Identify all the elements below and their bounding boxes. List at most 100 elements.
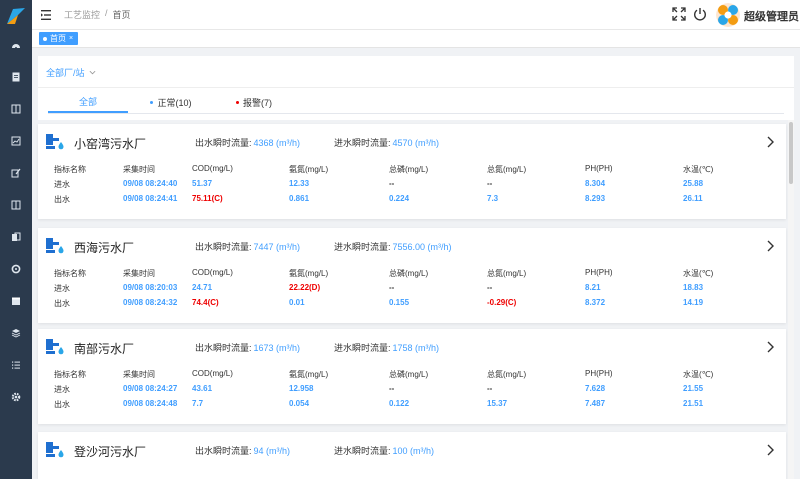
table-header-cell: 采集时间 xyxy=(123,370,155,379)
water-plant-icon xyxy=(45,338,65,356)
status-tabs: 全部 正常(10) 报警(7) xyxy=(48,91,294,113)
table-cell: 12.33 xyxy=(289,179,310,188)
sidebar-panel-5-icon[interactable] xyxy=(8,197,24,213)
inflow-rate: 进水瞬时流量: 100 (m³/h) xyxy=(334,444,434,457)
table-cell: 09/08 08:20:03 xyxy=(123,283,178,292)
sidebar-settings-cog-7-icon[interactable] xyxy=(8,261,24,277)
water-plant-icon xyxy=(45,237,65,255)
outflow-value: 1673 (m³/h) xyxy=(253,343,301,353)
table-cell: -- xyxy=(487,179,493,188)
outflow-label: 出水瞬时流量: xyxy=(195,343,252,353)
plant-card[interactable]: 登沙河污水厂 出水瞬时流量: 94 (m³/h) 进水瞬时流量: 100 (m³/h) xyxy=(38,432,786,479)
breadcrumb-item-monitor[interactable]: 工艺监控 xyxy=(64,8,100,21)
table-header-cell: COD(mg/L) xyxy=(192,164,233,173)
sidebar-panel-2-icon[interactable] xyxy=(8,101,24,117)
outflow-value: 7447 (m³/h) xyxy=(253,242,301,252)
tag-bar: 首页 × xyxy=(32,30,800,48)
tag-home[interactable]: 首页 × xyxy=(39,32,79,45)
table-header-cell: 指标名称 xyxy=(54,269,86,278)
table-cell: 7.7 xyxy=(192,399,204,408)
table-cell: 出水 xyxy=(54,195,70,204)
tab-all[interactable]: 全部 xyxy=(48,91,128,113)
water-plant-icon xyxy=(45,441,65,459)
chevron-right-icon[interactable] xyxy=(766,340,774,353)
plant-card[interactable]: 小窑湾污水厂 出水瞬时流量: 4368 (m³/h) 进水瞬时流量: 4570 (m³/… xyxy=(38,124,786,219)
table-cell: 进水 xyxy=(54,385,70,394)
table-cell: -- xyxy=(389,179,395,188)
table-cell: 09/08 08:24:32 xyxy=(123,298,178,307)
table-header-cell: 总氮(mg/L) xyxy=(487,269,527,278)
chevron-right-icon[interactable] xyxy=(766,135,774,148)
sidebar xyxy=(0,0,32,479)
table-header-cell: 总磷(mg/L) xyxy=(389,165,429,174)
app-logo-icon[interactable] xyxy=(5,6,27,26)
table-header-cell: 总磷(mg/L) xyxy=(389,370,429,379)
outflow-rate: 出水瞬时流量: 1673 (m³/h) xyxy=(195,341,300,354)
fullscreen-icon[interactable] xyxy=(672,7,686,21)
hamburger-icon[interactable] xyxy=(41,8,51,20)
table-header-cell: 总氮(mg/L) xyxy=(487,370,527,379)
username[interactable]: 超级管理员 xyxy=(744,8,799,24)
power-icon[interactable] xyxy=(693,7,707,21)
outflow-label: 出水瞬时流量: xyxy=(195,446,252,456)
table-cell: 09/08 08:24:40 xyxy=(123,179,178,188)
tab-normal-label: 正常(10) xyxy=(157,97,192,108)
sidebar-gear-11-icon[interactable] xyxy=(8,389,24,405)
table-cell: 12.958 xyxy=(289,384,314,393)
sidebar-chart-3-icon[interactable] xyxy=(8,133,24,149)
table-cell: 出水 xyxy=(54,400,70,409)
table-cell: 0.01 xyxy=(289,298,305,307)
table-cell: 进水 xyxy=(54,180,70,189)
scrollbar-thumb[interactable] xyxy=(789,122,793,184)
breadcrumb: 工艺监控 / 首页 xyxy=(64,8,131,21)
inflow-label: 进水瞬时流量: xyxy=(334,343,391,353)
chevron-right-icon[interactable] xyxy=(766,443,774,456)
table-cell: 24.71 xyxy=(192,283,213,292)
plant-card[interactable]: 南部污水厂 出水瞬时流量: 1673 (m³/h) 进水瞬时流量: 1758 (m³/h… xyxy=(38,329,786,424)
table-cell: -- xyxy=(389,384,395,393)
table-header-cell: PH(PH) xyxy=(585,369,613,378)
table-header-cell: 氨氮(mg/L) xyxy=(289,269,329,278)
tab-alarm[interactable]: 报警(7) xyxy=(214,91,294,113)
inflow-rate: 进水瞬时流量: 7556.00 (m³/h) xyxy=(334,240,452,253)
table-header-cell: 水温(℃) xyxy=(683,269,714,278)
tab-normal[interactable]: 正常(10) xyxy=(128,91,214,113)
table-header-cell: 氨氮(mg/L) xyxy=(289,165,329,174)
sidebar-copy-6-icon[interactable] xyxy=(8,229,24,245)
normal-status-dot xyxy=(150,100,154,104)
sidebar-calendar-8-icon[interactable] xyxy=(8,293,24,309)
chevron-down-icon xyxy=(89,70,95,75)
alarm-status-dot xyxy=(236,100,239,104)
chevron-right-icon[interactable] xyxy=(766,239,774,252)
sidebar-document-1-icon[interactable] xyxy=(8,69,24,85)
plant-filter-dropdown[interactable]: 全部厂/站 xyxy=(46,66,96,79)
inflow-rate: 进水瞬时流量: 1758 (m³/h) xyxy=(334,341,439,354)
table-cell: 15.37 xyxy=(487,399,508,408)
sidebar-layers-9-icon[interactable] xyxy=(8,325,24,341)
plant-filter-label: 全部厂/站 xyxy=(46,68,85,78)
table-header-cell: 采集时间 xyxy=(123,269,155,278)
table-cell: 0.054 xyxy=(289,399,310,408)
table-header-cell: PH(PH) xyxy=(585,268,613,277)
plant-card[interactable]: 西海污水厂 出水瞬时流量: 7447 (m³/h) 进水瞬时流量: 7556.00 (m… xyxy=(38,228,786,323)
table-cell: 出水 xyxy=(54,299,70,308)
sidebar-list-10-icon[interactable] xyxy=(8,357,24,373)
table-header-cell: 水温(℃) xyxy=(683,165,714,174)
table-cell: 0.122 xyxy=(389,399,410,408)
avatar[interactable] xyxy=(716,3,740,27)
table-cell: -- xyxy=(389,283,395,292)
table-header-cell: COD(mg/L) xyxy=(192,268,233,277)
table-cell: 7.628 xyxy=(585,384,606,393)
sidebar-edit-4-icon[interactable] xyxy=(8,165,24,181)
table-cell: 09/08 08:24:41 xyxy=(123,194,178,203)
table-header-cell: PH(PH) xyxy=(585,164,613,173)
table-cell: 8.304 xyxy=(585,179,606,188)
table-cell: 43.61 xyxy=(192,384,213,393)
sidebar-dashboard-0-icon[interactable] xyxy=(8,37,24,53)
table-cell: 0.155 xyxy=(389,298,410,307)
table-cell: 51.37 xyxy=(192,179,213,188)
table-header-cell: 氨氮(mg/L) xyxy=(289,370,329,379)
plant-name: 登沙河污水厂 xyxy=(74,445,147,459)
table-header-cell: 总氮(mg/L) xyxy=(487,165,527,174)
tag-close-icon[interactable]: × xyxy=(69,35,73,42)
